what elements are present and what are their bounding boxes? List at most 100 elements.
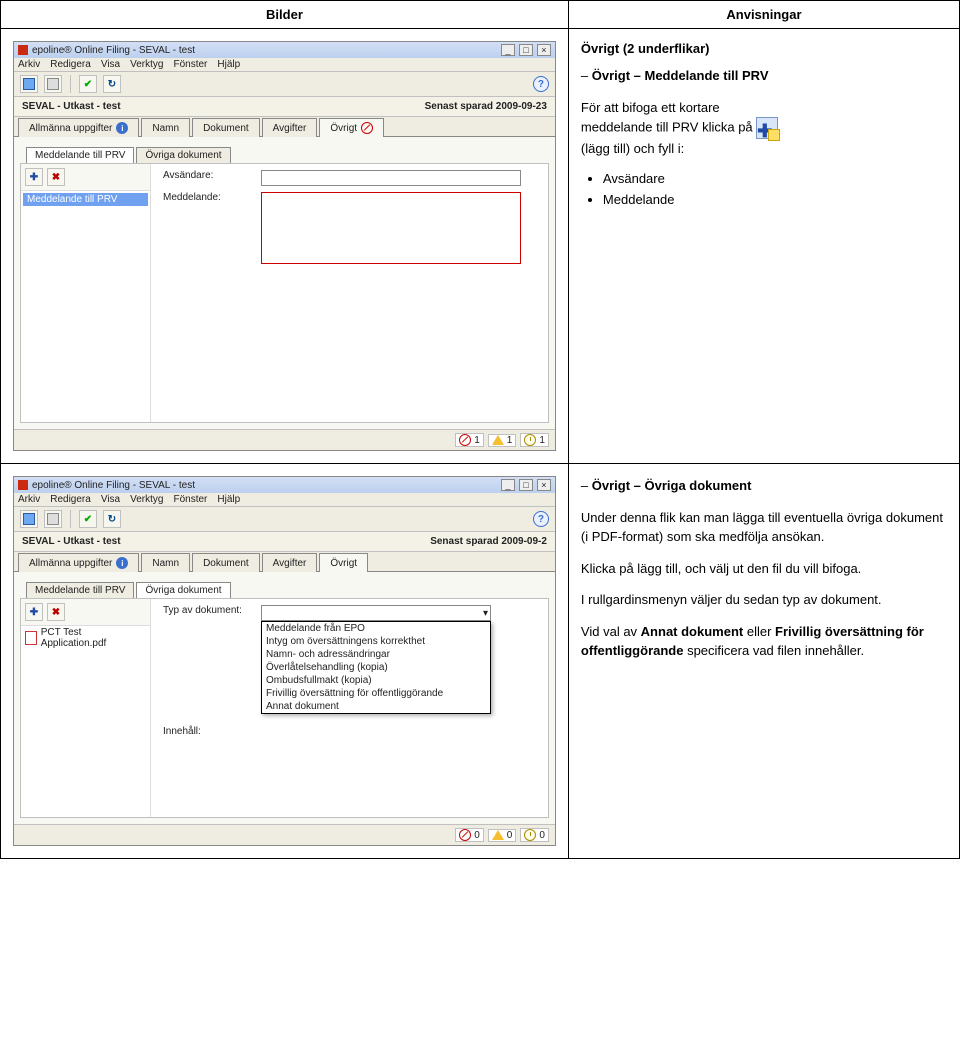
remove-item-button[interactable]: ✖ (47, 603, 65, 621)
tab-allmanna[interactable]: Allmänna uppgifter i (18, 553, 139, 572)
app-title: epoline® Online Filing - SEVAL - test (32, 480, 195, 491)
meddelande-textarea[interactable] (261, 192, 521, 264)
instr-paragraph: För att bifoga ett kortare meddelande ti… (581, 98, 947, 159)
document-title: SEVAL - Utkast - test (22, 536, 121, 547)
help-button[interactable]: ? (533, 511, 549, 527)
menu-visa[interactable]: Visa (101, 494, 120, 505)
dropdown-option[interactable]: Intyg om översättningens korrekthet (262, 635, 490, 648)
meddelande-label: Meddelande: (163, 192, 255, 203)
document-header: SEVAL - Utkast - test Senast sparad 2009… (14, 97, 555, 117)
menu-hjalp[interactable]: Hjälp (217, 59, 240, 70)
print-button[interactable] (44, 510, 62, 528)
close-button[interactable]: × (537, 44, 551, 56)
app-logo-icon (18, 480, 28, 490)
status-info-count[interactable]: 0 (520, 828, 549, 842)
subtab-ovriga-dokument[interactable]: Övriga dokument (136, 582, 230, 598)
warn-icon (492, 435, 504, 445)
dropdown-option[interactable]: Annat dokument (262, 700, 490, 713)
instr-paragraph: Klicka på lägg till, och välj ut den fil… (581, 559, 947, 579)
tab-namn[interactable]: Namn (141, 118, 190, 137)
tab-label: Allmänna uppgifter (29, 558, 112, 569)
tab-label: Namn (152, 558, 179, 569)
dropdown-option[interactable]: Namn- och adressändringar (262, 648, 490, 661)
check-icon: ✔ (84, 79, 92, 90)
add-icon: ✚ (756, 117, 778, 139)
validate-button[interactable]: ✔ (79, 510, 97, 528)
menu-visa[interactable]: Visa (101, 59, 120, 70)
tab-ovrigt[interactable]: Övrigt (319, 118, 384, 137)
menu-redigera[interactable]: Redigera (50, 494, 91, 505)
tab-label: Namn (152, 123, 179, 134)
tab-dokument[interactable]: Dokument (192, 553, 260, 572)
tab-label: Övrigt (330, 123, 357, 134)
refresh-button[interactable]: ↻ (103, 75, 121, 93)
app-logo-icon (18, 45, 28, 55)
list-item: Meddelande (603, 192, 947, 207)
warn-icon (492, 830, 504, 840)
status-info-count[interactable]: 1 (520, 433, 549, 447)
tab-avgifter[interactable]: Avgifter (262, 553, 318, 572)
save-button[interactable] (20, 75, 38, 93)
minimize-button[interactable]: _ (501, 479, 515, 491)
print-button[interactable] (44, 75, 62, 93)
file-list-item[interactable]: PCT Test Application.pdf (21, 626, 150, 650)
stop-icon (459, 829, 471, 841)
menu-hjalp[interactable]: Hjälp (217, 494, 240, 505)
refresh-icon: ↻ (108, 79, 116, 90)
doc-type-dropdown[interactable]: ▾ (261, 605, 491, 621)
tab-avgifter[interactable]: Avgifter (262, 118, 318, 137)
menu-verktyg[interactable]: Verktyg (130, 59, 163, 70)
subtab-meddelande[interactable]: Meddelande till PRV (26, 582, 134, 598)
avsandare-input[interactable] (261, 170, 521, 186)
instr-paragraph: Vid val av Annat dokument eller Frivilli… (581, 622, 947, 661)
subtab-content: ✚ ✖ Meddelande till PRV Avsändare: (20, 163, 549, 423)
dropdown-option[interactable]: Ombudsfullmakt (kopia) (262, 674, 490, 687)
remove-item-button[interactable]: ✖ (47, 168, 65, 186)
maximize-button[interactable]: □ (519, 479, 533, 491)
tab-label: Dokument (203, 123, 249, 134)
saved-timestamp: Senast sparad 2009-09-23 (425, 101, 547, 112)
info-icon: i (116, 122, 128, 134)
tab-ovrigt[interactable]: Övrigt (319, 553, 368, 572)
tab-label: Övrigt (330, 558, 357, 569)
tab-panel-ovrigt: Meddelande till PRV Övriga dokument ✚ ✖ … (14, 137, 555, 429)
tab-allmanna[interactable]: Allmänna uppgifter i (18, 118, 139, 137)
maximize-button[interactable]: □ (519, 44, 533, 56)
subtabs: Meddelande till PRV Övriga dokument (20, 143, 549, 163)
menu-fonster[interactable]: Fönster (173, 494, 207, 505)
validate-button[interactable]: ✔ (79, 75, 97, 93)
list-item-selected[interactable]: Meddelande till PRV (23, 193, 148, 206)
refresh-button[interactable]: ↻ (103, 510, 121, 528)
subtab-meddelande[interactable]: Meddelande till PRV (26, 147, 134, 163)
close-button[interactable]: × (537, 479, 551, 491)
menu-fonster[interactable]: Fönster (173, 59, 207, 70)
error-icon (361, 122, 373, 134)
dropdown-option[interactable]: Frivillig översättning för offentliggöra… (262, 687, 490, 700)
tab-dokument[interactable]: Dokument (192, 118, 260, 137)
menu-arkiv[interactable]: Arkiv (18, 59, 40, 70)
minimize-button[interactable]: _ (501, 44, 515, 56)
add-item-button[interactable]: ✚ (25, 603, 43, 621)
instr-paragraph: Under denna flik kan man lägga till even… (581, 508, 947, 547)
save-button[interactable] (20, 510, 38, 528)
instr-bullet-list: Avsändare Meddelande (581, 171, 947, 207)
menu-redigera[interactable]: Redigera (50, 59, 91, 70)
menu-verktyg[interactable]: Verktyg (130, 494, 163, 505)
add-item-button[interactable]: ✚ (25, 168, 43, 186)
help-button[interactable]: ? (533, 76, 549, 92)
menu-arkiv[interactable]: Arkiv (18, 494, 40, 505)
dropdown-option[interactable]: Meddelande från EPO (262, 622, 490, 635)
status-error-count[interactable]: 1 (455, 433, 484, 447)
status-warn-count[interactable]: 1 (488, 434, 517, 447)
status-error-count[interactable]: 0 (455, 828, 484, 842)
clock-icon (524, 434, 536, 446)
tab-namn[interactable]: Namn (141, 553, 190, 572)
instr-paragraph: I rullgardinsmenyn väljer du sedan typ a… (581, 590, 947, 610)
dropdown-option[interactable]: Överlåtelsehandling (kopia) (262, 661, 490, 674)
status-warn-count[interactable]: 0 (488, 829, 517, 842)
status-bar: 0 0 0 (14, 824, 555, 845)
document-header: SEVAL - Utkast - test Senast sparad 2009… (14, 532, 555, 552)
subtab-ovriga-dokument[interactable]: Övriga dokument (136, 147, 230, 163)
refresh-icon: ↻ (108, 514, 116, 525)
toolbar: ✔ ↻ ? (14, 72, 555, 97)
